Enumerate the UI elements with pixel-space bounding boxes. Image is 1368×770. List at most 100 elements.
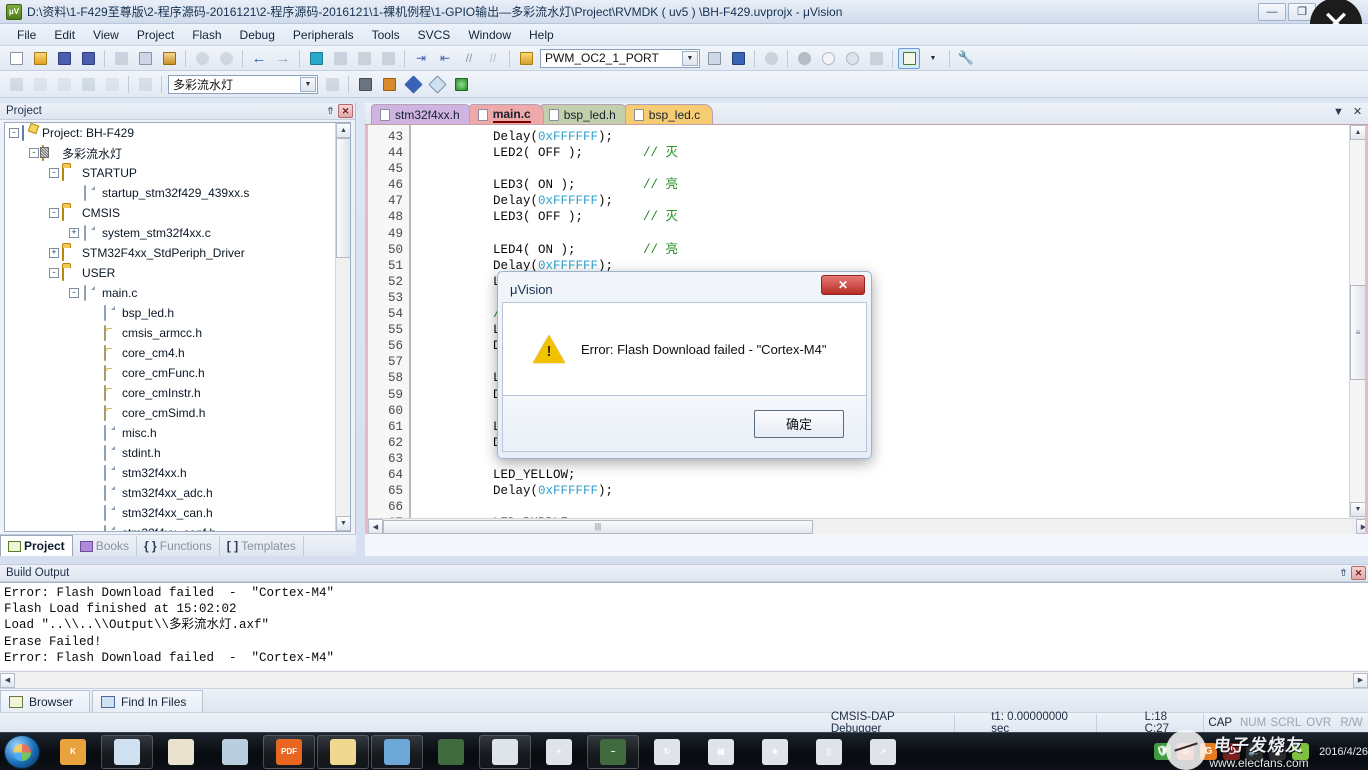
menu-peripherals[interactable]: Peripherals [284, 26, 363, 44]
scroll-right-icon[interactable]: ▶ [1356, 519, 1368, 534]
target-options-icon[interactable] [321, 74, 343, 95]
tab-browser[interactable]: Browser [0, 690, 90, 712]
chevron-down-icon[interactable]: ▼ [682, 51, 698, 66]
menu-debug[interactable]: Debug [231, 26, 284, 44]
tree-expander[interactable]: + [49, 248, 59, 258]
tree-expander[interactable]: - [9, 128, 19, 138]
outdent-icon[interactable]: ⇤ [434, 48, 456, 69]
code-line[interactable]: Delay(0xFFFFFF); [413, 129, 1349, 145]
circle-overlap-icon[interactable] [841, 48, 863, 69]
bookmark-prev-icon[interactable] [329, 48, 351, 69]
favorite-icon[interactable]: ★ [749, 735, 801, 769]
zoom-out-icon[interactable]: − [587, 735, 639, 769]
window-layout-icon[interactable] [898, 48, 920, 69]
menu-edit[interactable]: Edit [45, 26, 84, 44]
open-target-options-icon[interactable] [515, 48, 537, 69]
bookmark-next-icon[interactable] [353, 48, 375, 69]
chevron-down-icon[interactable]: ▼ [300, 77, 316, 92]
tree-item[interactable]: +system_stm32f4xx.c [5, 223, 335, 243]
scroll-up-icon[interactable]: ▲ [1350, 125, 1366, 140]
uncomment-icon[interactable]: // [482, 48, 504, 69]
tab-project[interactable]: Project [0, 535, 73, 556]
tree-item[interactable]: stm32f4xx_can.h [5, 503, 335, 523]
project-tree-scrollbar[interactable]: ▲ ▼ [335, 123, 350, 531]
menu-tools[interactable]: Tools [363, 26, 409, 44]
browser-icon[interactable]: G [1200, 743, 1217, 760]
code-line[interactable] [413, 161, 1349, 177]
menu-svcs[interactable]: SVCS [409, 26, 460, 44]
debug-icon[interactable] [402, 74, 424, 95]
batch-build-icon[interactable] [77, 74, 99, 95]
scrollbar-thumb[interactable]: ≡ [1350, 285, 1366, 380]
usb-eject-icon[interactable]: ⏻ [1223, 743, 1240, 760]
tree-item[interactable]: -CMSIS [5, 203, 335, 223]
menu-view[interactable]: View [84, 26, 128, 44]
start-debug-icon[interactable] [426, 74, 448, 95]
paint-icon[interactable] [155, 735, 207, 769]
tab-functions[interactable]: { } Functions [137, 536, 220, 556]
tree-item[interactable]: misc.h [5, 423, 335, 443]
save-icon[interactable] [53, 48, 75, 69]
pin-icon[interactable]: ⇮ [323, 104, 338, 118]
tree-expander[interactable]: - [29, 148, 39, 158]
scroll-down-icon[interactable]: ▼ [336, 516, 351, 531]
editor-horizontal-scrollbar[interactable]: ◀ ||| ▶ [368, 518, 1368, 534]
dialog-close-button[interactable]: ✕ [821, 275, 865, 295]
circle-grey-icon[interactable] [793, 48, 815, 69]
mobile-icon[interactable]: ▯ [803, 735, 855, 769]
save-all-icon[interactable] [77, 48, 99, 69]
tree-item[interactable]: stm32f4xx_conf.h [5, 523, 335, 531]
code-line[interactable]: LED3( OFF ); // 灭 [413, 209, 1349, 225]
chevron-down-icon[interactable]: ▼ [1332, 106, 1345, 118]
code-line[interactable]: LED2( OFF ); // 灭 [413, 145, 1349, 161]
share-icon[interactable]: ↗ [857, 735, 909, 769]
editor-vertical-scrollbar[interactable]: ▲ ≡ ▼ [1349, 125, 1365, 534]
calculator-icon[interactable] [209, 735, 261, 769]
error-dialog[interactable]: μVision ✕ ! Error: Flash Download failed… [497, 271, 872, 459]
undo-icon[interactable] [191, 48, 213, 69]
update-icon[interactable]: ↑ [1292, 743, 1309, 760]
open-file-icon[interactable] [29, 48, 51, 69]
copy-icon[interactable] [134, 48, 156, 69]
tree-item[interactable]: +STM32F4xx_StdPeriph_Driver [5, 243, 335, 263]
editor-tab-main-c[interactable]: main.c [469, 104, 544, 124]
keil-icon[interactable]: K [47, 735, 99, 769]
tree-item[interactable]: core_cm4.h [5, 343, 335, 363]
code-line[interactable]: LED4( ON ); // 亮 [413, 242, 1349, 258]
tree-item[interactable]: -main.c [5, 283, 335, 303]
tree-item[interactable]: core_cmInstr.h [5, 383, 335, 403]
snip-icon[interactable] [479, 735, 531, 769]
find-in-files-icon[interactable] [727, 48, 749, 69]
tab-templates[interactable]: [ ] Templates [220, 536, 304, 556]
tree-item[interactable]: -Project: BH-F429 [5, 123, 335, 143]
tree-item[interactable]: startup_stm32f429_439xx.s [5, 183, 335, 203]
menu-flash[interactable]: Flash [183, 26, 230, 44]
bookmark-clear-icon[interactable] [377, 48, 399, 69]
disabled-icon[interactable] [865, 48, 887, 69]
editor-tab-stm32f4xx-h[interactable]: stm32f4xx.h [371, 104, 473, 124]
load-icon[interactable] [134, 74, 156, 95]
photo-viewer-icon[interactable] [371, 735, 423, 769]
build-icon[interactable] [29, 74, 51, 95]
indent-icon[interactable]: ⇥ [410, 48, 432, 69]
port-combo[interactable]: PWM_OC2_1_PORT ▼ [540, 49, 700, 68]
tree-item[interactable]: -USER [5, 263, 335, 283]
code-line[interactable] [413, 499, 1349, 515]
scroll-right-icon[interactable]: ▶ [1353, 673, 1368, 688]
rotate-icon[interactable]: ↻ [641, 735, 693, 769]
project-tree[interactable]: -Project: BH-F429-多彩流水灯-STARTUPstartup_s… [4, 122, 351, 532]
tab-find-in-files[interactable]: Find In Files [92, 690, 203, 712]
menu-project[interactable]: Project [128, 26, 183, 44]
close-icon[interactable]: ✕ [1351, 566, 1366, 580]
new-file-icon[interactable] [5, 48, 27, 69]
stop-build-icon[interactable] [101, 74, 123, 95]
taskbar-date[interactable]: 2016/4/26 [1315, 746, 1368, 758]
menu-file[interactable]: File [8, 26, 45, 44]
tree-expander[interactable]: - [49, 268, 59, 278]
tree-expander[interactable]: + [69, 228, 79, 238]
navigate-back-icon[interactable]: ← [248, 48, 270, 69]
close-icon[interactable]: ✕ [338, 104, 353, 118]
bookmark-toggle-icon[interactable] [305, 48, 327, 69]
volume-icon[interactable]: 🔊 [1246, 743, 1263, 760]
tree-item[interactable]: -STARTUP [5, 163, 335, 183]
